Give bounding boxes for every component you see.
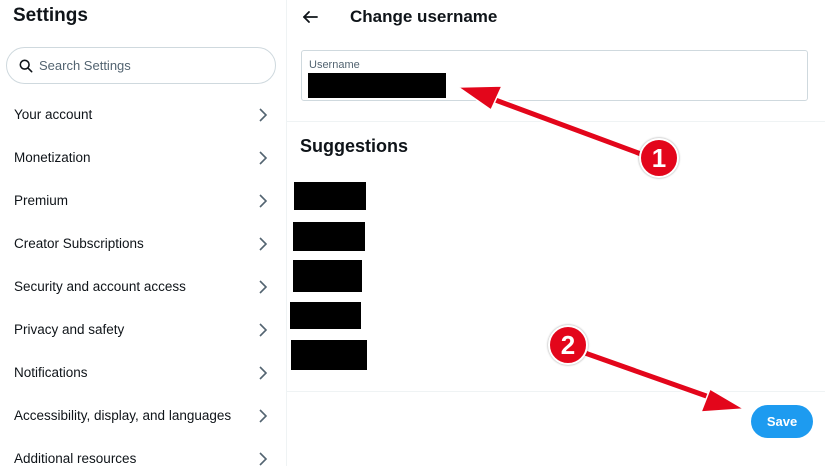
divider [287,121,825,122]
callout-number-1: 1 [639,138,679,178]
chevron-right-icon [259,322,268,337]
chevron-right-icon [259,451,268,466]
sidebar-item-label: Accessibility, display, and languages [14,408,232,423]
sidebar-item-label: Notifications [14,365,88,380]
sidebar-item-privacy[interactable]: Privacy and safety [0,308,286,351]
sidebar-item-your-account[interactable]: Your account [0,93,286,136]
sidebar-item-label: Additional resources [14,451,137,466]
page-title: Change username [350,7,498,26]
sidebar-item-notifications[interactable]: Notifications [0,351,286,394]
back-arrow-icon[interactable] [301,8,319,26]
sidebar-item-premium[interactable]: Premium [0,179,286,222]
chevron-right-icon [259,408,268,423]
sidebar-item-label: Creator Subscriptions [14,236,144,251]
sidebar-item-label: Your account [14,107,93,122]
sidebar-item-label: Premium [14,193,69,208]
sidebar-item-label: Security and account access [14,279,186,294]
suggestion-item-redacted[interactable] [293,222,365,251]
chevron-right-icon [259,193,268,208]
username-value-redacted[interactable] [308,73,446,98]
save-button[interactable]: Save [751,405,813,438]
settings-sidebar: Settings Your account Monetization Premi… [0,0,287,466]
suggestion-item-redacted[interactable] [290,302,361,329]
sidebar-item-monetization[interactable]: Monetization [0,136,286,179]
chevron-right-icon [259,150,268,165]
change-username-panel: Change username Username Suggestions Sav… [287,0,825,466]
chevron-right-icon [259,365,268,380]
chevron-right-icon [259,107,268,122]
username-field[interactable]: Username [301,50,808,101]
username-label: Username [309,59,360,71]
settings-title: Settings [13,5,88,26]
chevron-right-icon [259,279,268,294]
sidebar-item-creator-subscriptions[interactable]: Creator Subscriptions [0,222,286,265]
callout-number-2: 2 [548,325,588,365]
settings-screen: Settings Your account Monetization Premi… [0,0,825,466]
suggestion-item-redacted[interactable] [291,340,367,370]
suggestion-item-redacted[interactable] [293,260,362,292]
suggestion-item-redacted[interactable] [294,182,366,210]
suggestions-title: Suggestions [300,136,409,156]
search-icon [19,59,33,72]
sidebar-item-accessibility[interactable]: Accessibility, display, and languages [0,394,286,437]
search-input[interactable] [39,58,259,73]
chevron-right-icon [259,236,268,251]
sidebar-item-label: Privacy and safety [14,322,125,337]
sidebar-item-additional-resources[interactable]: Additional resources [0,437,286,466]
divider [287,391,825,392]
search-settings-box[interactable] [6,47,276,84]
sidebar-item-label: Monetization [14,150,91,165]
sidebar-item-security[interactable]: Security and account access [0,265,286,308]
